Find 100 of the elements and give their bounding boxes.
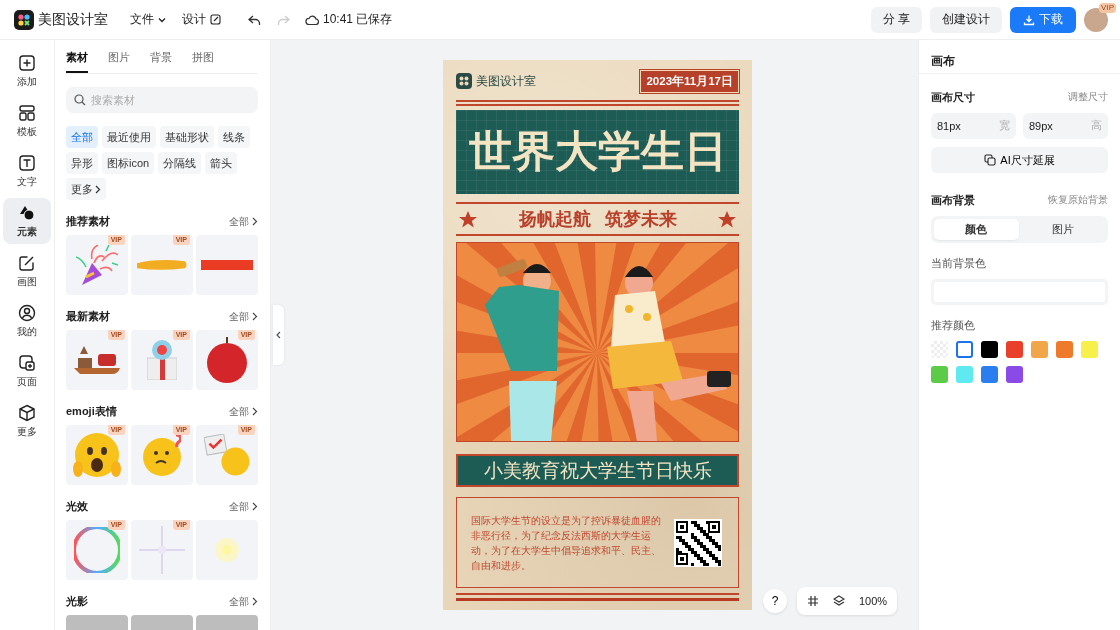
share-button[interactable]: 分 享 bbox=[870, 6, 922, 33]
brush-stroke-drawing bbox=[137, 260, 187, 270]
reset-background-link[interactable]: 恢复原始背景 bbox=[1048, 194, 1108, 207]
width-field[interactable]: 81px 宽 bbox=[931, 113, 1016, 139]
sidebar-item[interactable]: 元素 bbox=[3, 198, 51, 244]
view-all-link[interactable]: 全部 bbox=[229, 499, 258, 514]
caret-icon bbox=[158, 15, 166, 24]
section-title: emoji表情 bbox=[66, 404, 117, 419]
menu-button[interactable]: 设计 bbox=[182, 11, 221, 28]
party-popper-drawing bbox=[76, 245, 118, 285]
poster-date: 2023年11月17日 bbox=[640, 69, 739, 93]
sidebar-item[interactable]: 文字 bbox=[3, 148, 51, 194]
view-all-link[interactable]: 全部 bbox=[229, 594, 258, 609]
cube-icon bbox=[18, 403, 36, 422]
category-chip[interactable]: 分隔线 bbox=[158, 152, 202, 174]
page-add-icon bbox=[18, 353, 36, 372]
category-chip[interactable]: 线条 bbox=[218, 126, 250, 148]
panel-title: 画布 bbox=[919, 40, 1120, 74]
color-swatch[interactable] bbox=[981, 341, 998, 358]
poster-slogan: 扬帆起航 bbox=[518, 208, 591, 231]
sidebar-item[interactable]: 添加 bbox=[3, 48, 51, 94]
section-title: 最新素材 bbox=[66, 309, 110, 324]
text-icon bbox=[18, 153, 36, 172]
sidebar-item[interactable]: 模板 bbox=[3, 98, 51, 144]
vip-badge: VIP bbox=[1099, 2, 1116, 13]
poster-paragraph: 国际大学生节的设立是为了控诉暴徒血腥的非恶行径，为了纪念反法西斯的大学生运动，为了在大学生中倡导追求和平、民主、自由和进步。 bbox=[471, 513, 662, 573]
height-field[interactable]: 89px 高 bbox=[1023, 113, 1108, 139]
user-icon bbox=[18, 303, 36, 322]
color-swatch[interactable] bbox=[1006, 366, 1023, 383]
category-chip[interactable]: 全部 bbox=[66, 126, 98, 148]
search-icon bbox=[74, 94, 86, 106]
apple-drawing bbox=[207, 337, 247, 383]
chevron-right-icon bbox=[252, 217, 258, 226]
view-all-link[interactable]: 全部 bbox=[229, 404, 258, 419]
bubble-drawing bbox=[74, 527, 120, 573]
qr-code-icon bbox=[674, 518, 722, 567]
color-swatch[interactable] bbox=[1081, 341, 1098, 358]
color-swatch[interactable] bbox=[1031, 341, 1048, 358]
edit-icon bbox=[210, 14, 221, 25]
view-all-link[interactable]: 全部 bbox=[229, 214, 258, 229]
zoom-level[interactable]: 100% bbox=[859, 595, 888, 607]
segment-tab[interactable]: 颜色 bbox=[934, 219, 1019, 240]
sidebar-item[interactable]: 页面 bbox=[3, 348, 51, 394]
logo-icon bbox=[456, 73, 472, 89]
emoji-check-drawing bbox=[204, 434, 250, 476]
resize-link[interactable]: 调整尺寸 bbox=[1068, 91, 1108, 104]
sidebar-item[interactable]: 画图 bbox=[3, 248, 51, 294]
resize-icon bbox=[984, 154, 997, 166]
cloud-icon bbox=[305, 13, 319, 26]
color-swatch[interactable] bbox=[981, 366, 998, 383]
star-icon bbox=[717, 209, 737, 229]
save-status: 10:41 已保存 bbox=[323, 11, 393, 28]
section-label: 画布背景 bbox=[931, 193, 975, 208]
panel-tab[interactable]: 图片 bbox=[108, 50, 130, 73]
panel-tab[interactable]: 拼图 bbox=[192, 50, 214, 73]
section-label: 画布尺寸 bbox=[931, 90, 975, 105]
color-swatch[interactable] bbox=[1056, 341, 1073, 358]
sidebar-item[interactable]: 更多 bbox=[3, 398, 51, 444]
ai-resize-button[interactable]: AI尺寸延展 bbox=[931, 147, 1108, 173]
download-button[interactable]: 下载 bbox=[1010, 6, 1076, 33]
segment-tab[interactable]: 图片 bbox=[1020, 219, 1105, 240]
color-swatch[interactable] bbox=[1006, 341, 1023, 358]
color-swatch[interactable] bbox=[956, 366, 973, 383]
layers-icon[interactable] bbox=[833, 595, 845, 607]
section-title: 光影 bbox=[66, 594, 88, 609]
view-all-link[interactable]: 全部 bbox=[229, 309, 258, 324]
logo-icon bbox=[14, 9, 34, 30]
collapse-handle[interactable] bbox=[273, 305, 284, 365]
color-swatch[interactable] bbox=[956, 341, 973, 358]
color-swatch[interactable] bbox=[931, 366, 948, 383]
more-chip[interactable]: 更多 bbox=[66, 178, 106, 200]
section-title: 推荐素材 bbox=[66, 214, 110, 229]
poster-greeting: 小美教育祝大学生节日快乐 bbox=[456, 454, 739, 487]
chevron-right-icon bbox=[252, 312, 258, 321]
category-chip[interactable]: 最近使用 bbox=[102, 126, 156, 148]
panel-tab[interactable]: 背景 bbox=[150, 50, 172, 73]
category-chip[interactable]: 图标icon bbox=[102, 152, 155, 174]
stripe-drawing bbox=[201, 260, 253, 270]
category-chip[interactable]: 箭头 bbox=[205, 152, 238, 174]
chevron-right-icon bbox=[252, 502, 258, 511]
section-title: 光效 bbox=[66, 499, 88, 514]
glow-drawing bbox=[215, 538, 239, 562]
create-design-button[interactable]: 创建设计 bbox=[930, 6, 1002, 33]
chevron-left-icon bbox=[276, 331, 281, 339]
asset-thumbnail[interactable] bbox=[196, 520, 258, 580]
grid-icon[interactable] bbox=[807, 595, 819, 607]
help-button[interactable]: ? bbox=[763, 589, 787, 613]
sidebar-item[interactable]: 我的 bbox=[3, 298, 51, 344]
asset-thumbnail[interactable] bbox=[196, 235, 258, 295]
emoji-scared-drawing bbox=[73, 433, 121, 477]
menu-button[interactable]: 文件 bbox=[130, 11, 166, 28]
gift-drawing bbox=[147, 340, 177, 380]
sparkle-drawing bbox=[139, 526, 185, 574]
sleigh-drawing bbox=[74, 346, 120, 374]
star-icon bbox=[458, 209, 478, 229]
panel-tab[interactable]: 素材 bbox=[66, 50, 88, 73]
search-field[interactable]: 搜索素材 bbox=[66, 87, 258, 113]
category-chip[interactable]: 基础形状 bbox=[160, 126, 214, 148]
layout-icon bbox=[18, 103, 36, 122]
category-chip[interactable]: 异形 bbox=[66, 152, 98, 174]
